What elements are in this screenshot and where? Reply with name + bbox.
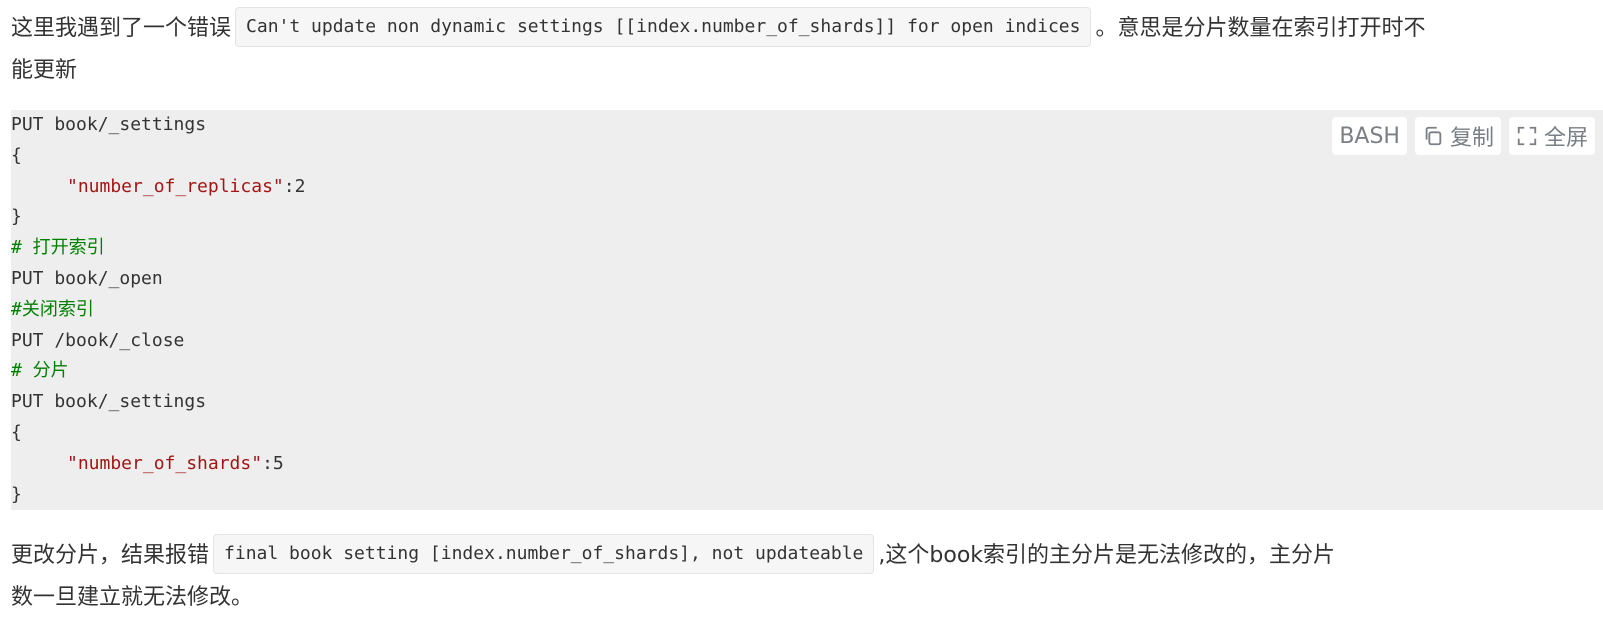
code-string: "number_of_shards"	[67, 452, 263, 474]
code-comment: # 分片	[11, 360, 69, 382]
intro-paragraph-line1: 这里我遇到了一个错误 Can't update non dynamic setti…	[11, 7, 1426, 50]
outro-text-before: 更改分片，结果报错	[11, 543, 210, 568]
code-lines: PUT book/_settings { "number_of_replicas":…	[11, 110, 305, 510]
fullscreen-label: 全屏	[1543, 126, 1588, 151]
inline-code-error-1: Can't update non dynamic settings [[inde…	[235, 7, 1092, 47]
code-comment: #关闭索引	[11, 298, 94, 320]
code-line: }	[11, 483, 22, 505]
code-line: # 打开索引	[11, 233, 305, 264]
code-line: {	[11, 144, 22, 166]
intro-paragraph-line2: 能更新	[11, 58, 78, 83]
code-toolbar: BASH 复制 全屏	[1332, 117, 1595, 155]
language-label-button[interactable]: BASH	[1332, 117, 1407, 155]
outro-text-after: ,这个book索引的主分片是无法修改的，主分片	[878, 543, 1336, 568]
code-line: "number_of_shards":5	[11, 449, 305, 480]
copy-label: 复制	[1449, 126, 1494, 151]
code-line: PUT /book/_close	[11, 329, 185, 351]
intro-text-after: 。意思是分片数量在索引打开时不	[1095, 16, 1426, 41]
copy-icon	[1425, 126, 1442, 146]
article-content: 这里我遇到了一个错误 Can't update non dynamic setti…	[0, 0, 1603, 630]
code-line: PUT book/_settings	[11, 391, 207, 413]
code-comment: # 打开索引	[11, 237, 105, 259]
language-label: BASH	[1339, 123, 1400, 149]
outro-paragraph-line1: 更改分片，结果报错 final book setting [index.numbe…	[11, 534, 1336, 577]
intro-text-before: 这里我遇到了一个错误	[11, 16, 232, 41]
code-line: #关闭索引	[11, 295, 305, 326]
code-value: :5	[262, 452, 284, 474]
code-line: }	[11, 206, 22, 228]
inline-code-error-2: final book setting [index.number_of_shar…	[213, 534, 875, 574]
outro-paragraph-line2: 数一旦建立就无法修改。	[11, 585, 254, 610]
code-block: PUT book/_settings { "number_of_replicas":…	[11, 110, 1603, 510]
code-value: :2	[283, 175, 306, 197]
code-line: {	[11, 421, 22, 443]
code-string: "number_of_replicas"	[67, 175, 284, 197]
code-line: "number_of_replicas":2	[11, 172, 305, 203]
code-line: PUT book/_settings	[11, 114, 207, 135]
fullscreen-button[interactable]: 全屏	[1508, 117, 1595, 155]
copy-button[interactable]: 复制	[1414, 117, 1501, 155]
code-line: PUT book/_open	[11, 267, 163, 289]
fullscreen-icon	[1517, 126, 1537, 146]
code-line: # 分片	[11, 356, 305, 387]
